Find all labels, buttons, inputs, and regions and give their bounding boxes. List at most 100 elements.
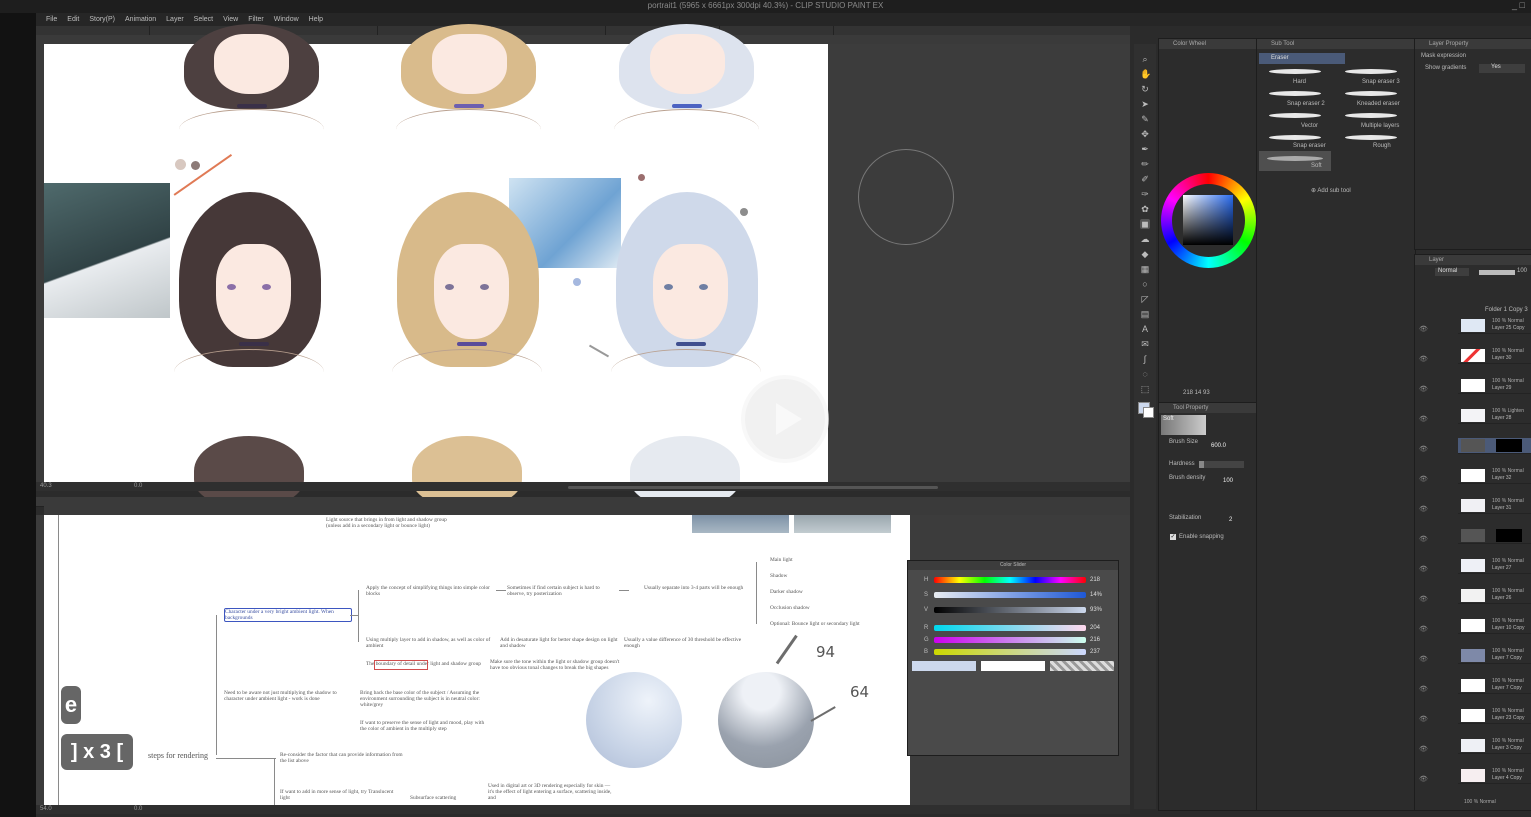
value-value[interactable]: 93% — [1090, 607, 1102, 613]
video-play-button[interactable] — [741, 375, 829, 463]
layer-row[interactable]: 100 % Normal Layer 26 — [1458, 588, 1531, 604]
menu-file[interactable]: File — [46, 16, 57, 23]
visibility-eye-icon[interactable]: 👁 — [1419, 625, 1428, 633]
visibility-eye-icon[interactable]: 👁 — [1419, 685, 1428, 693]
menu-layer[interactable]: Layer — [166, 16, 184, 23]
menu-animation[interactable]: Animation — [125, 16, 156, 23]
pen-tool-icon[interactable]: ✒ — [1140, 144, 1150, 154]
snap-eraser-stroke[interactable] — [1269, 135, 1321, 140]
blend-mode-select[interactable]: Normal — [1435, 268, 1469, 276]
eraser-group-header[interactable]: Eraser — [1259, 53, 1345, 64]
visibility-eye-icon[interactable]: 👁 — [1419, 715, 1428, 723]
sub-color-swatch[interactable] — [981, 661, 1045, 671]
swan-reference-photo[interactable] — [44, 183, 170, 318]
window-controls[interactable]: _ □ — [1512, 0, 1525, 10]
layer-row[interactable]: 100 % Normal Layer 30 — [1458, 348, 1531, 364]
brush-kneaded-eraser[interactable]: Kneaded eraser — [1357, 101, 1400, 107]
brush-size-value[interactable]: 600.0 — [1211, 443, 1226, 449]
select-tool-icon[interactable]: ⬚ — [1140, 384, 1150, 394]
visibility-eye-icon[interactable]: 👁 — [1419, 595, 1428, 603]
airbrush-tool-icon[interactable]: ✑ — [1140, 189, 1150, 199]
layer-row[interactable]: 100 % Normal Layer 32 — [1458, 468, 1531, 484]
soft-brush-selected[interactable]: Soft — [1259, 151, 1331, 171]
brush-tool-icon[interactable]: ✐ — [1140, 174, 1150, 184]
visibility-eye-icon[interactable]: 👁 — [1419, 355, 1428, 363]
visibility-eye-icon[interactable]: 👁 — [1419, 475, 1428, 483]
visibility-eye-icon[interactable]: 👁 — [1419, 655, 1428, 663]
hue-value[interactable]: 218 — [1090, 577, 1100, 583]
green-slider[interactable] — [934, 637, 1086, 643]
mindmap-paper[interactable]: Light source that brings in from light a… — [44, 515, 910, 813]
visibility-eye-icon[interactable]: 👁 — [1419, 385, 1428, 393]
menu-edit[interactable]: Edit — [67, 16, 79, 23]
hue-ring[interactable] — [1161, 173, 1256, 268]
balloon-tool-icon[interactable]: ✉ — [1140, 339, 1150, 349]
blue-slider[interactable] — [934, 649, 1086, 655]
layer-row[interactable]: 100 % Normal Layer 25 Copy — [1458, 318, 1531, 334]
show-gradients-select[interactable]: Yes — [1479, 64, 1525, 73]
correct-line-tool-icon[interactable]: ∫ — [1140, 354, 1150, 364]
layer-row[interactable]: 100 % Lighten Layer 28 — [1458, 408, 1531, 424]
red-slider[interactable] — [934, 625, 1086, 631]
hardness-slider[interactable] — [1199, 461, 1244, 468]
brush-vector[interactable]: Vector — [1301, 123, 1318, 129]
brush-snap-eraser[interactable]: Snap eraser — [1293, 143, 1326, 149]
layer-row[interactable]: 100 % Normal Layer 29 — [1458, 378, 1531, 394]
visibility-eye-icon[interactable]: 👁 — [1419, 745, 1428, 753]
color-wheel-tab[interactable]: Color Wheel — [1159, 39, 1257, 49]
hard-brush-stroke[interactable] — [1269, 69, 1321, 74]
blue-value[interactable]: 237 — [1090, 649, 1100, 655]
stabilization-value[interactable]: 2 — [1229, 517, 1232, 523]
figure-tool-icon[interactable]: ○ — [1140, 279, 1150, 289]
eyedropper-tool-icon[interactable]: ✎ — [1140, 114, 1150, 124]
reference-thumbnail[interactable] — [794, 515, 891, 533]
layer-row-selected[interactable] — [1458, 438, 1531, 454]
snap-eraser2-stroke[interactable] — [1269, 91, 1321, 96]
rough-stroke[interactable] — [1345, 135, 1397, 140]
rotate-tool-icon[interactable]: ↻ — [1140, 84, 1150, 94]
menu-window[interactable]: Window — [274, 16, 299, 23]
layer-row[interactable]: 100 % Normal Layer 10 Copy — [1458, 618, 1531, 634]
menu-story[interactable]: Story(P) — [89, 16, 115, 23]
layer-row[interactable]: 100 % Normal Layer 7 Copy — [1458, 678, 1531, 694]
multiple-layers-stroke[interactable] — [1345, 113, 1397, 118]
hand-tool-icon[interactable]: ✋ — [1140, 69, 1151, 79]
zoom-tool-icon[interactable]: ⌕ — [1140, 54, 1150, 64]
layer-property-tab[interactable]: Layer Property — [1415, 39, 1531, 49]
angle-readout[interactable]: 0.0 — [134, 806, 142, 812]
hue-slider[interactable] — [934, 577, 1086, 583]
saturation-value-square[interactable] — [1183, 195, 1233, 245]
menu-help[interactable]: Help — [309, 16, 323, 23]
brush-multiple-layers[interactable]: Multiple layers — [1361, 123, 1399, 129]
layer-row[interactable]: 100 % Normal Layer 23 Copy — [1458, 708, 1531, 724]
opacity-slider[interactable] — [1479, 270, 1515, 275]
visibility-eye-icon[interactable]: 👁 — [1419, 445, 1428, 453]
ruler-tool-icon[interactable]: ▤ — [1140, 309, 1150, 319]
command-slot[interactable] — [720, 26, 834, 35]
operation-tool-icon[interactable]: ➤ — [1140, 99, 1150, 109]
vector-stroke[interactable] — [1269, 113, 1321, 118]
brush-snap-eraser-3[interactable]: Snap eraser 3 — [1362, 79, 1400, 85]
visibility-eye-icon[interactable]: 👁 — [1419, 415, 1428, 423]
gradient-tool-icon[interactable]: ▦ — [1140, 264, 1150, 274]
layer-tab[interactable]: Layer — [1415, 255, 1531, 265]
top-canvas-paper[interactable] — [44, 24, 828, 506]
layer-row[interactable]: 100 % Normal Layer 27 — [1458, 558, 1531, 574]
sub-tool-tab[interactable]: Sub Tool — [1257, 39, 1415, 49]
blend-tool-icon[interactable]: ☁ — [1140, 234, 1150, 244]
text-tool-icon[interactable]: A — [1140, 324, 1150, 334]
transparent-swatch[interactable] — [1050, 661, 1114, 671]
zoom-readout[interactable]: 40.3 — [40, 483, 52, 489]
eraser-tool-icon[interactable]: ◼ — [1140, 219, 1150, 229]
menu-view[interactable]: View — [223, 16, 238, 23]
snap-eraser3-stroke[interactable] — [1345, 69, 1397, 74]
fill-tool-icon[interactable]: ◆ — [1140, 249, 1150, 259]
move-tool-icon[interactable]: ✥ — [1140, 129, 1150, 139]
layer-row[interactable]: 100 % Normal Layer 7 Copy — [1458, 648, 1531, 664]
saturation-value[interactable]: 14% — [1090, 592, 1102, 598]
red-value[interactable]: 204 — [1090, 625, 1100, 631]
layer-row[interactable]: 100 % Normal Layer 4 Copy — [1458, 768, 1531, 784]
green-value[interactable]: 216 — [1090, 637, 1100, 643]
visibility-eye-icon[interactable]: 👁 — [1419, 505, 1428, 513]
visibility-eye-icon[interactable]: 👁 — [1419, 775, 1428, 783]
